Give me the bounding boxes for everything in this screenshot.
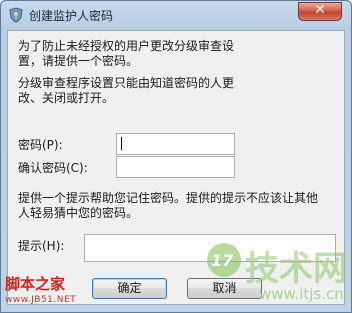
hint-description-line: 提供一个提示帮助您记住密码。提供的提示不应该让其他	[18, 191, 319, 205]
watermark-title: 技术网	[245, 249, 347, 289]
close-button[interactable]: ✕	[298, 2, 342, 21]
text-caret	[121, 137, 122, 150]
intro-text-line: 为了防止未经授权的用户更改分级审查设	[18, 39, 235, 53]
intro-text: 为了防止未经授权的用户更改分级审查设 置，请提供一个密码。	[18, 39, 234, 69]
password-label: 密码(P):	[18, 138, 63, 152]
watermark-logo-number: 17	[211, 251, 234, 270]
hint-description-line: 人轻易猜中您的密码。	[18, 206, 139, 220]
password-dialog: 创建监护人密码 ✕ 为了防止未经授权的用户更改分级审查设 置，请提供一个密码。 …	[0, 0, 352, 313]
info-text: 分级审查程序设置只能由知道密码的人更 改、关闭或打开。	[18, 76, 234, 106]
hint-description: 提供一个提示帮助您记住密码。提供的提示不应该让其他 人轻易猜中您的密码。	[18, 191, 318, 221]
jb51-watermark: 脚本之家 www.JB51.NET	[5, 273, 115, 311]
confirm-password-label: 确认密码(C):	[18, 161, 88, 175]
password-field[interactable]	[116, 133, 235, 155]
watermark-url: www.itjs.cn	[259, 285, 344, 303]
info-text-line: 分级审查程序设置只能由知道密码的人更	[18, 76, 235, 90]
hint-label: 提示(H):	[18, 239, 65, 253]
close-icon: ✕	[314, 2, 326, 18]
info-text-line: 改、关闭或打开。	[18, 91, 115, 105]
window-title: 创建监护人密码	[29, 9, 114, 23]
itjs-watermark: 17 技术网 www.itjs.cn	[205, 237, 351, 312]
confirm-password-field[interactable]	[116, 156, 235, 178]
shield-key-icon	[8, 7, 24, 23]
intro-text-line: 置，请提供一个密码。	[18, 54, 139, 68]
title-bar[interactable]: 创建监护人密码 ✕	[1, 1, 351, 29]
watermark-url: www.JB51.NET	[5, 295, 77, 305]
watermark-title: 脚本之家	[5, 275, 66, 293]
